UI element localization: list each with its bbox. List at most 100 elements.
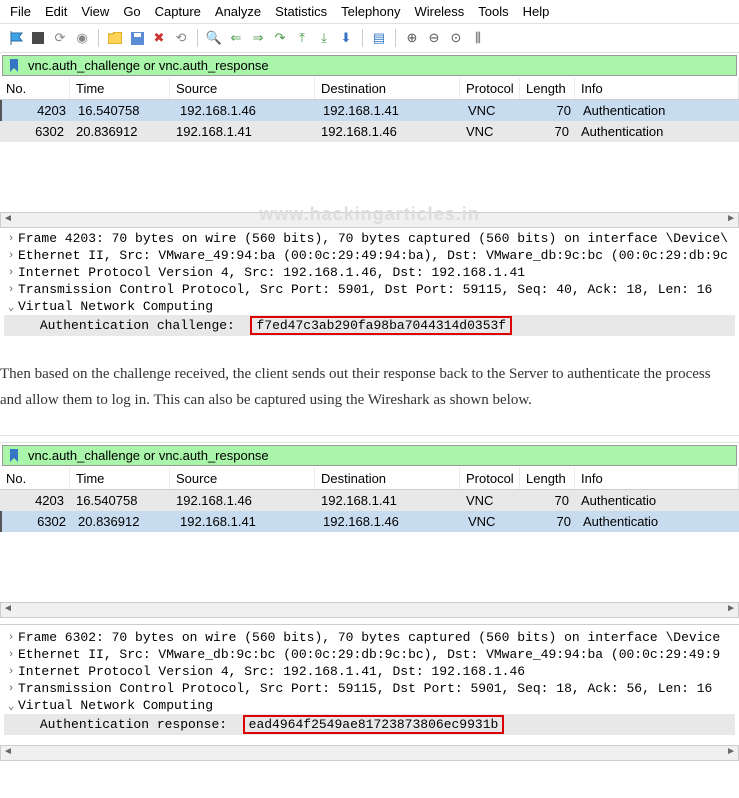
toolbar-separator bbox=[395, 29, 396, 47]
col-info[interactable]: Info bbox=[575, 78, 739, 99]
tree-vnc[interactable]: ⌄Virtual Network Computing bbox=[4, 298, 735, 315]
packet-list-empty bbox=[0, 142, 739, 212]
expand-icon[interactable]: › bbox=[4, 267, 18, 279]
restart-capture-icon[interactable]: ⟳ bbox=[50, 28, 70, 48]
tree-auth-response[interactable]: Authentication response: ead4964f2549ae8… bbox=[4, 714, 735, 735]
auth-challenge-label: Authentication challenge: bbox=[40, 318, 235, 333]
col-time[interactable]: Time bbox=[70, 78, 170, 99]
col-info[interactable]: Info bbox=[575, 468, 739, 489]
cell-src: 192.168.1.41 bbox=[170, 121, 315, 142]
display-filter-input[interactable] bbox=[25, 446, 736, 465]
h-scrollbar[interactable] bbox=[0, 602, 739, 618]
menu-statistics[interactable]: Statistics bbox=[275, 4, 327, 19]
packet-details-pane: ›Frame 6302: 70 bytes on wire (560 bits)… bbox=[0, 624, 739, 739]
go-first-icon[interactable]: ⤒ bbox=[292, 28, 312, 48]
col-no[interactable]: No. bbox=[0, 468, 70, 489]
tree-frame[interactable]: ›Frame 4203: 70 bytes on wire (560 bits)… bbox=[4, 230, 735, 247]
cell-dst: 192.168.1.41 bbox=[317, 100, 462, 121]
go-back-icon[interactable]: ⇐ bbox=[226, 28, 246, 48]
find-packet-icon[interactable]: 🔍 bbox=[204, 28, 224, 48]
wireshark-window-1: File Edit View Go Capture Analyze Statis… bbox=[0, 0, 739, 340]
menu-file[interactable]: File bbox=[10, 4, 31, 19]
reload-icon[interactable]: ⟲ bbox=[171, 28, 191, 48]
packet-row[interactable]: 4203 16.540758 192.168.1.46 192.168.1.41… bbox=[0, 490, 739, 511]
col-destination[interactable]: Destination bbox=[315, 468, 460, 489]
expand-icon[interactable]: › bbox=[4, 233, 18, 245]
menu-capture[interactable]: Capture bbox=[155, 4, 201, 19]
collapse-icon[interactable]: ⌄ bbox=[4, 300, 18, 314]
display-filter-bar bbox=[2, 445, 737, 466]
collapse-icon[interactable]: ⌄ bbox=[4, 699, 18, 713]
col-source[interactable]: Source bbox=[170, 468, 315, 489]
jump-to-icon[interactable]: ↷ bbox=[270, 28, 290, 48]
auto-scroll-icon[interactable]: ⬇ bbox=[336, 28, 356, 48]
main-toolbar: ⟳ ◉ ✖ ⟲ 🔍 ⇐ ⇒ ↷ ⤒ ⤓ ⬇ ▤ ⊕ ⊖ ⊙ ⫼ bbox=[0, 24, 739, 53]
auth-response-value: ead4964f2549ae81723873806ec9931b bbox=[243, 715, 505, 734]
col-source[interactable]: Source bbox=[170, 78, 315, 99]
cell-dst: 192.168.1.46 bbox=[317, 511, 462, 532]
go-forward-icon[interactable]: ⇒ bbox=[248, 28, 268, 48]
col-protocol[interactable]: Protocol bbox=[460, 78, 520, 99]
go-last-icon[interactable]: ⤓ bbox=[314, 28, 334, 48]
col-time[interactable]: Time bbox=[70, 468, 170, 489]
menu-wireless[interactable]: Wireless bbox=[414, 4, 464, 19]
bookmark-icon[interactable] bbox=[6, 448, 22, 464]
zoom-reset-icon[interactable]: ⊙ bbox=[446, 28, 466, 48]
expand-icon[interactable]: › bbox=[4, 250, 18, 262]
tree-ethernet[interactable]: ›Ethernet II, Src: VMware_db:9c:bc (00:0… bbox=[4, 646, 735, 663]
close-file-icon[interactable]: ✖ bbox=[149, 28, 169, 48]
tree-ip[interactable]: ›Internet Protocol Version 4, Src: 192.1… bbox=[4, 663, 735, 680]
tree-auth-challenge[interactable]: Authentication challenge: f7ed47c3ab290f… bbox=[4, 315, 735, 336]
zoom-in-icon[interactable]: ⊕ bbox=[402, 28, 422, 48]
menu-edit[interactable]: Edit bbox=[45, 4, 67, 19]
col-length[interactable]: Length bbox=[520, 78, 575, 99]
menu-bar: File Edit View Go Capture Analyze Statis… bbox=[0, 0, 739, 24]
zoom-out-icon[interactable]: ⊖ bbox=[424, 28, 444, 48]
col-no[interactable]: No. bbox=[0, 78, 70, 99]
tree-vnc[interactable]: ⌄Virtual Network Computing bbox=[4, 697, 735, 714]
packet-details-pane: ›Frame 4203: 70 bytes on wire (560 bits)… bbox=[0, 225, 739, 340]
menu-view[interactable]: View bbox=[81, 4, 109, 19]
cell-no: 6302 bbox=[2, 511, 72, 532]
tree-frame[interactable]: ›Frame 6302: 70 bytes on wire (560 bits)… bbox=[4, 629, 735, 646]
packet-row[interactable]: 6302 20.836912 192.168.1.41 192.168.1.46… bbox=[0, 511, 739, 532]
cell-info: Authenticatio bbox=[577, 511, 739, 532]
open-file-icon[interactable] bbox=[105, 28, 125, 48]
resize-columns-icon[interactable]: ⫼ bbox=[468, 28, 488, 48]
expand-icon[interactable]: › bbox=[4, 632, 18, 644]
cell-dst: 192.168.1.41 bbox=[315, 490, 460, 511]
cell-proto: VNC bbox=[462, 511, 522, 532]
article-paragraph: Then based on the challenge received, th… bbox=[0, 340, 739, 435]
menu-tools[interactable]: Tools bbox=[478, 4, 508, 19]
menu-help[interactable]: Help bbox=[523, 4, 550, 19]
display-filter-input[interactable] bbox=[25, 56, 736, 75]
stop-capture-icon[interactable] bbox=[28, 28, 48, 48]
expand-icon[interactable]: › bbox=[4, 666, 18, 678]
toolbar-separator bbox=[362, 29, 363, 47]
expand-icon[interactable]: › bbox=[4, 683, 18, 695]
colorize-icon[interactable]: ▤ bbox=[369, 28, 389, 48]
save-file-icon[interactable] bbox=[127, 28, 147, 48]
tree-ip[interactable]: ›Internet Protocol Version 4, Src: 192.1… bbox=[4, 264, 735, 281]
packet-row[interactable]: 4203 16.540758 192.168.1.46 192.168.1.41… bbox=[0, 100, 739, 121]
expand-icon[interactable]: › bbox=[4, 649, 18, 661]
expand-icon[interactable]: › bbox=[4, 284, 18, 296]
cell-src: 192.168.1.46 bbox=[172, 100, 317, 121]
bookmark-icon[interactable] bbox=[6, 58, 22, 74]
tree-tcp[interactable]: ›Transmission Control Protocol, Src Port… bbox=[4, 281, 735, 298]
menu-telephony[interactable]: Telephony bbox=[341, 4, 400, 19]
start-capture-icon[interactable] bbox=[6, 28, 26, 48]
col-protocol[interactable]: Protocol bbox=[460, 468, 520, 489]
packet-row[interactable]: 6302 20.836912 192.168.1.41 192.168.1.46… bbox=[0, 121, 739, 142]
h-scrollbar[interactable] bbox=[0, 212, 739, 228]
col-destination[interactable]: Destination bbox=[315, 78, 460, 99]
cell-proto: VNC bbox=[460, 490, 520, 511]
menu-go[interactable]: Go bbox=[123, 4, 140, 19]
capture-options-icon[interactable]: ◉ bbox=[72, 28, 92, 48]
tree-tcp[interactable]: ›Transmission Control Protocol, Src Port… bbox=[4, 680, 735, 697]
col-length[interactable]: Length bbox=[520, 468, 575, 489]
cell-len: 70 bbox=[522, 511, 577, 532]
menu-analyze[interactable]: Analyze bbox=[215, 4, 261, 19]
h-scrollbar[interactable] bbox=[0, 745, 739, 761]
tree-ethernet[interactable]: ›Ethernet II, Src: VMware_49:94:ba (00:0… bbox=[4, 247, 735, 264]
